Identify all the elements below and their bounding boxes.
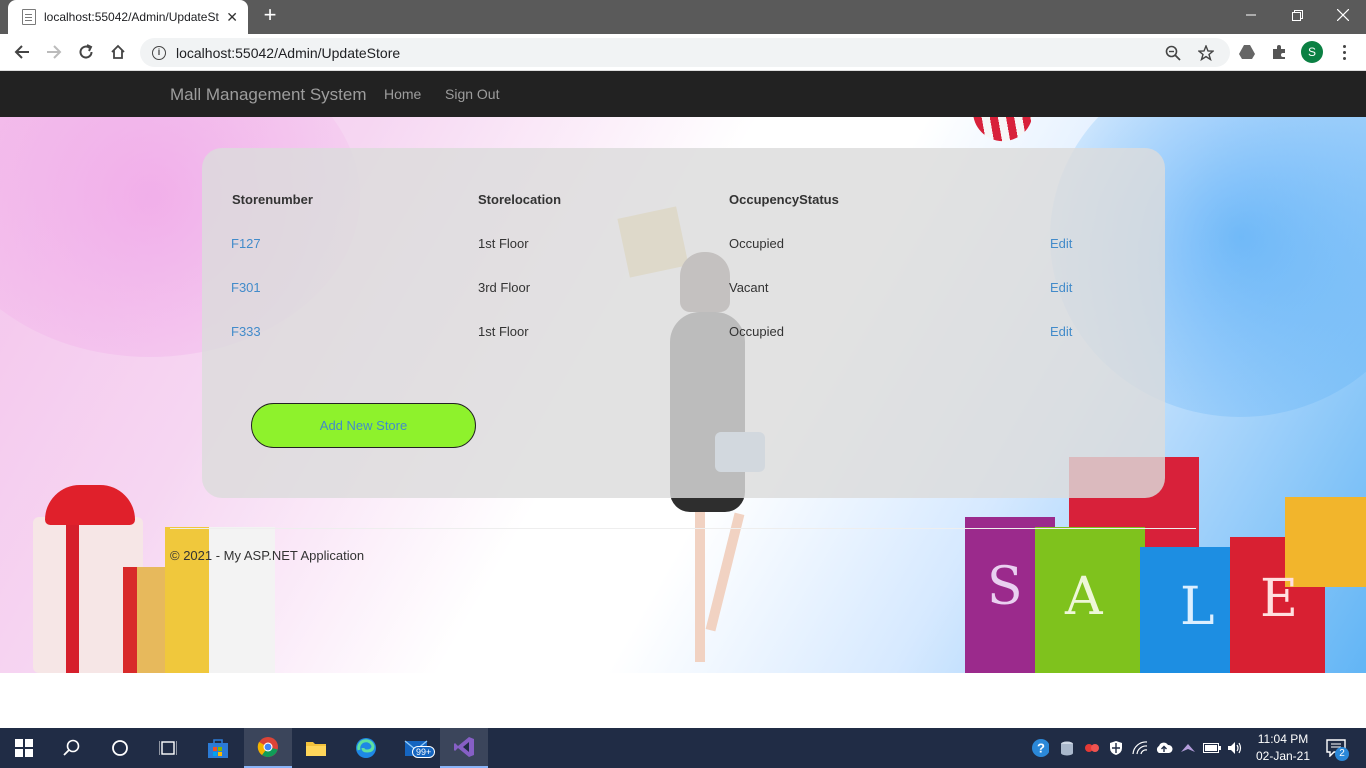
arrow-right-icon [47, 45, 62, 59]
restore-button[interactable] [1274, 0, 1320, 30]
search-icon [63, 739, 80, 756]
browser-title-bar: localhost:55042/Admin/UpdateSt ✕ + [0, 0, 1366, 34]
minimize-icon [1246, 14, 1256, 16]
column-header-storenumber: Storenumber [232, 192, 313, 207]
address-bar[interactable]: i localhost:55042/Admin/UpdateStore [140, 38, 1230, 67]
new-tab-button[interactable]: + [258, 4, 282, 28]
edge-app-button[interactable] [342, 728, 390, 768]
site-navbar: Mall Management System Home Sign Out [0, 71, 1366, 117]
balloon-illustration [972, 117, 1038, 146]
database-tray-icon[interactable] [1058, 739, 1076, 757]
volume-tray-icon[interactable] [1226, 739, 1244, 757]
battery-tray-icon[interactable] [1203, 739, 1221, 757]
brand-link[interactable]: Mall Management System [170, 85, 367, 105]
bookmark-star-icon[interactable] [1198, 38, 1214, 67]
store-number-link[interactable]: F333 [231, 324, 261, 339]
notification-center-button[interactable]: 2 [1325, 739, 1349, 761]
edit-link[interactable]: Edit [1050, 280, 1072, 295]
drive-extension-icon[interactable] [1237, 42, 1257, 62]
reload-button[interactable] [74, 40, 98, 64]
url-text: localhost:55042/Admin/UpdateStore [176, 44, 401, 61]
occupancy-status: Occupied [729, 324, 784, 339]
nav-link-sign-out[interactable]: Sign Out [445, 86, 499, 102]
profile-avatar[interactable]: S [1301, 41, 1323, 63]
occupancy-status: Vacant [729, 280, 769, 295]
task-view-icon [159, 741, 177, 755]
column-header-occupency-status: OccupencyStatus [729, 192, 839, 207]
taskbar-clock[interactable]: 11:04 PM 02-Jan-21 [1248, 731, 1318, 765]
browser-menu-icon[interactable] [1334, 42, 1354, 62]
search-button[interactable] [48, 728, 96, 768]
folder-icon [306, 742, 326, 756]
browser-toolbar: i localhost:55042/Admin/UpdateStore [0, 34, 1366, 71]
chrome-icon [257, 737, 278, 757]
windows-taskbar: 99+ ? 11:04 PM 02-Jan-21 2 [0, 728, 1366, 768]
browser-tab[interactable]: localhost:55042/Admin/UpdateSt ✕ [8, 0, 248, 34]
cloud-upload-tray-icon[interactable] [1155, 739, 1173, 757]
edit-link[interactable]: Edit [1050, 236, 1072, 251]
store-location: 1st Floor [478, 324, 529, 339]
cortana-circle-icon [112, 740, 128, 756]
extensions-puzzle-icon[interactable] [1269, 42, 1289, 62]
store-number-link[interactable]: F127 [231, 236, 261, 251]
store-app-button[interactable] [194, 728, 242, 768]
edit-link[interactable]: Edit [1050, 324, 1072, 339]
clock-time: 11:04 PM [1257, 732, 1309, 746]
web-page: Mall Management System Home Sign Out S A… [0, 71, 1366, 728]
page-icon [22, 9, 36, 25]
start-button[interactable] [0, 728, 48, 768]
clock-date: 02-Jan-21 [1255, 749, 1311, 763]
store-location: 3rd Floor [478, 280, 531, 295]
windows-logo-icon [15, 739, 33, 757]
svg-text:?: ? [1037, 741, 1045, 756]
notification-count-badge: 2 [1335, 747, 1349, 761]
footer-text: © 2021 - My ASP.NET Application [170, 548, 365, 563]
task-view-button[interactable] [144, 728, 192, 768]
cortana-button[interactable] [96, 728, 144, 768]
close-tab-icon[interactable]: ✕ [226, 9, 238, 26]
file-explorer-button[interactable] [292, 728, 340, 768]
restore-icon [1291, 9, 1303, 21]
app-tray-icon[interactable] [1083, 739, 1101, 757]
minimize-button[interactable] [1228, 0, 1274, 30]
tab-title: localhost:55042/Admin/UpdateSt [44, 10, 219, 24]
home-button[interactable] [106, 40, 130, 64]
occupancy-status: Occupied [729, 236, 784, 251]
home-icon [111, 44, 125, 59]
mail-app-button[interactable]: 99+ [392, 728, 440, 768]
security-shield-tray-icon[interactable] [1107, 739, 1125, 757]
chrome-app-button[interactable] [244, 728, 292, 768]
mail-badge: 99+ [412, 746, 436, 758]
add-new-store-button[interactable]: Add New Store [251, 403, 476, 448]
arrow-left-icon [14, 45, 29, 59]
forward-button[interactable] [42, 40, 66, 64]
footer-divider [170, 528, 1196, 529]
store-location: 1st Floor [478, 236, 529, 251]
visual-studio-button[interactable] [440, 728, 488, 768]
edge-icon [356, 738, 376, 758]
zoom-icon[interactable] [1165, 38, 1181, 67]
close-window-button[interactable] [1320, 0, 1366, 30]
app-tray-icon-2[interactable] [1179, 739, 1197, 757]
back-button[interactable] [10, 40, 34, 64]
reload-icon [79, 44, 93, 59]
nav-link-home[interactable]: Home [384, 86, 421, 102]
gift-box-illustration [15, 485, 285, 673]
info-icon[interactable]: i [152, 45, 166, 60]
column-header-storelocation: Storelocation [478, 192, 562, 207]
stores-panel: Storenumber Storelocation OccupencyStatu… [202, 148, 1165, 498]
store-number-link[interactable]: F301 [231, 280, 261, 295]
wifi-tray-icon[interactable] [1131, 739, 1149, 757]
help-tray-icon[interactable]: ? [1031, 739, 1049, 757]
visual-studio-icon [454, 737, 474, 757]
close-icon [1337, 9, 1349, 21]
microsoft-store-icon [208, 739, 228, 758]
